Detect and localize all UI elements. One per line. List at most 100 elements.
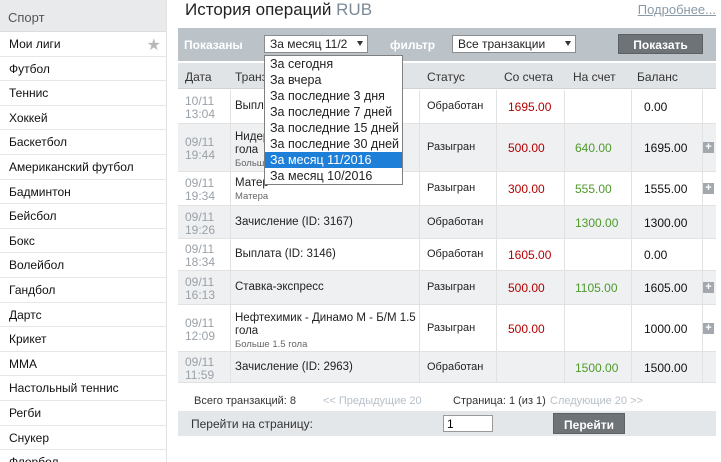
period-option[interactable]: За вчера [265,72,402,88]
sidebar-item[interactable]: Теннис [0,81,166,106]
sidebar-item-label: Настольный теннис [9,381,119,396]
row-time: 16:13 [185,288,216,302]
expand-plus-icon[interactable]: + [703,142,714,153]
sidebar-item-label: MMA [9,356,37,371]
transaction-filter-select[interactable]: Все транзакции [452,35,576,53]
goto-page-bar: Перейти на страницу: Перейти [178,411,716,436]
sidebar-item[interactable]: Бейсбол [0,204,166,229]
sidebar-item-label: Дартс [9,307,42,322]
sidebar-item-label: Баскетбол [9,135,67,150]
row-to-amount: 1500.00 [575,361,619,375]
sidebar-item[interactable]: Волейбол [0,253,166,278]
row-from-amount: 1605.00 [508,248,552,262]
row-time: 19:44 [185,148,216,162]
row-description-line2: гола [235,325,259,337]
row-time: 19:34 [185,189,216,203]
total-transactions: Всего транзакций: 8 [194,395,297,407]
row-time: 13:04 [185,107,216,121]
table-header: Дата Транз Статус Со счета На счет Балан… [178,63,716,89]
sidebar-item[interactable]: Американский футбол [0,155,166,180]
prev-page-link[interactable]: << Предыдущие 20 [323,395,422,407]
table-row: 09/11 11:59 Зачисление (ID: 2963) Обработан… [178,352,716,383]
col-date: Дата [185,70,212,84]
filter-bar: Показаны За месяц 11/2 фильтр Все транза… [178,28,716,61]
sidebar-item[interactable]: Снукер [0,426,166,451]
col-to-account: На счет [573,70,616,84]
sidebar-item[interactable]: Мои лиги ★ [0,32,166,57]
sidebar-item-label: Флорбол [9,455,59,462]
goto-button[interactable]: Перейти [553,413,625,434]
row-from-amount: 500.00 [508,141,545,155]
row-subtext: Матера [235,191,269,202]
chevron-down-icon [565,41,571,46]
show-button[interactable]: Показать [618,34,703,54]
table-row: 09/11 19:26 Зачисление (ID: 3167) Обработан… [178,206,716,239]
sidebar-item[interactable]: Флорбол [0,450,166,462]
pagination-bar: Всего транзакций: 8 << Предыдущие 20 Стр… [178,389,716,411]
period-option[interactable]: За последние 15 дней [265,120,402,136]
star-icon[interactable]: ★ [147,35,161,55]
period-option[interactable]: За последние 7 дней [265,104,402,120]
goto-page-input[interactable] [443,415,493,432]
row-balance: 1605.00 [644,281,688,295]
title-text: История операций [185,0,332,19]
sidebar-item[interactable]: Бокс [0,229,166,254]
next-page-link[interactable]: Следующие 20 >> [550,395,643,407]
period-option[interactable]: За сегодня [265,56,402,72]
sidebar-item-label: Бадминтон [9,184,71,199]
table-row: 09/11 19:34 Матер Матера Разыгран 300.00 555.0… [178,172,716,206]
sidebar-item[interactable]: Крикет [0,327,166,352]
sidebar-item[interactable]: MMA [0,352,166,377]
expand-plus-icon[interactable]: + [703,282,714,293]
row-from-amount: 1695.00 [508,100,552,114]
sidebar-item-label: Хоккей [9,110,48,125]
sidebar-item[interactable]: Дартс [0,303,166,328]
sidebar-item[interactable]: Футбол [0,57,166,82]
goto-label: Перейти на страницу: [191,417,313,431]
row-time: 11:59 [185,368,215,382]
period-option[interactable]: За последние 3 дня [265,88,402,104]
row-balance: 1000.00 [644,322,688,336]
sidebar-item[interactable]: Баскетбол [0,130,166,155]
sidebar-item[interactable]: Бадминтон [0,180,166,205]
period-select[interactable]: За месяц 11/2 [264,35,368,53]
row-status: Обработан [427,248,484,260]
shown-label: Показаны [184,38,243,52]
period-option[interactable]: За месяц 11/2016 [265,152,402,168]
row-to-amount: 1300.00 [575,216,619,230]
row-balance: 0.00 [644,248,668,262]
sidebar-item[interactable]: Настольный теннис [0,376,166,401]
expand-plus-icon[interactable]: + [703,183,714,194]
period-option[interactable]: За последние 30 дней [265,136,402,152]
row-status: Разыгран [427,281,476,293]
sidebar-item-label: Волейбол [9,258,65,273]
sidebar-item[interactable]: Регби [0,401,166,426]
col-from-account: Со счета [504,70,554,84]
row-description-line2: гола [235,144,259,156]
row-status: Обработан [427,216,484,228]
more-details-link[interactable]: Подробнее... [638,2,716,17]
sidebar-item-label: Бейсбол [9,209,57,224]
sidebar-item-label: Регби [9,405,42,420]
page-indicator: Страница: 1 (из 1) [453,395,546,407]
table-row: 09/11 12:09 Нефтехимик - Динамо М - Б/М 1.… [178,305,716,352]
period-option[interactable]: За месяц 10/2016 [265,168,402,184]
row-time: 18:34 [185,255,216,269]
table-row: 09/11 16:13 Ставка-экспресс Разыгран 500.00 1… [178,271,716,305]
sidebar-item[interactable]: Гандбол [0,278,166,303]
table-row: 09/11 18:34 Выплата (ID: 3146) Обработан 160… [178,239,716,271]
sidebar-item[interactable]: Хоккей [0,106,166,131]
filter-label: фильтр [390,38,436,52]
table-row: 10/11 13:04 Выпла Обработан 1695.00 0.00 [178,90,716,124]
row-time: 19:26 [185,223,216,237]
row-description: Выплата (ID: 3146) [235,248,336,260]
expand-plus-icon[interactable]: + [703,323,714,334]
sidebar-item-label: Мои лиги [9,37,61,51]
row-description: Нефтехимик - Динамо М - Б/М 1.5 [235,312,416,324]
row-balance: 0.00 [644,100,668,114]
chevron-down-icon [357,41,363,46]
row-status: Разыгран [427,182,476,194]
row-time: 12:09 [185,329,216,343]
row-balance: 1695.00 [644,141,688,155]
row-from-amount: 500.00 [508,281,545,295]
